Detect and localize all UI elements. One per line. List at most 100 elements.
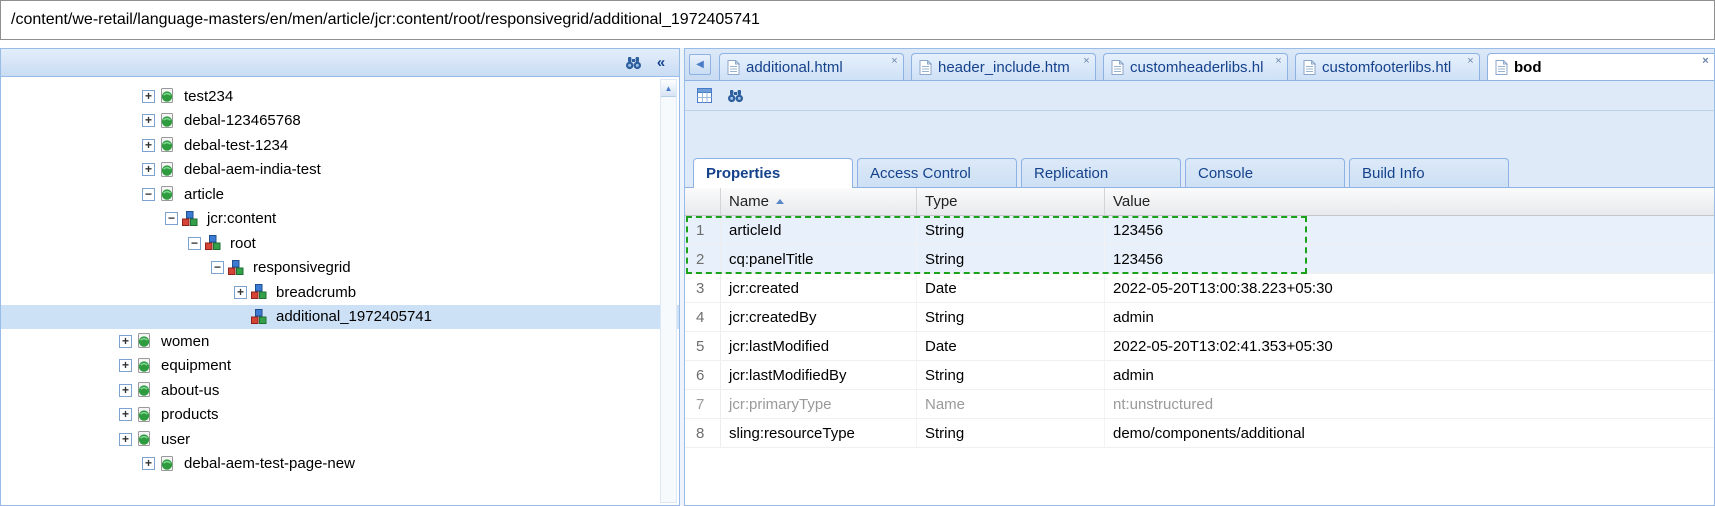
grid-header: Name Type Value — [685, 188, 1714, 216]
collapse-panel-icon[interactable]: « — [649, 52, 673, 73]
property-row-sling:resourceType[interactable]: 8 sling:resourceType String demo/components… — [685, 419, 1714, 448]
tree-node-label: women — [161, 332, 210, 350]
expand-icon[interactable]: + — [142, 114, 155, 128]
column-header-value[interactable]: Value — [1105, 188, 1714, 215]
tree-node-label: test234 — [184, 87, 234, 105]
editor-tab-label: additional.html — [746, 58, 843, 76]
property-value: 123456 — [1113, 250, 1164, 268]
tree-node-additional_1972405741[interactable]: additional_1972405741 — [1, 304, 679, 329]
tree-node-responsivegrid[interactable]: − responsivegrid — [1, 256, 679, 281]
close-tab-icon[interactable]: × — [1080, 55, 1093, 68]
property-type: String — [917, 361, 1105, 389]
node-grid-icon[interactable] — [693, 85, 715, 107]
property-row-jcr:lastModifiedBy[interactable]: 6 jcr:lastModifiedBy String admin — [685, 361, 1714, 390]
tab-properties[interactable]: Properties — [693, 158, 853, 188]
editor-tab-strip: ◀ additional.html × header_include.htm × cus… — [685, 49, 1714, 81]
tab-console[interactable]: Console — [1185, 158, 1345, 187]
scroll-up-icon[interactable]: ▲ — [661, 80, 676, 97]
property-row-jcr:createdBy[interactable]: 4 jcr:createdBy String admin — [685, 303, 1714, 332]
page-icon — [159, 161, 175, 178]
tree-node-jcr:content[interactable]: − jcr:content — [1, 207, 679, 232]
expand-icon[interactable]: + — [119, 383, 132, 397]
property-row-jcr:lastModified[interactable]: 5 jcr:lastModified Date 2022-05-20T13:02:41… — [685, 332, 1714, 361]
expand-icon[interactable]: + — [142, 457, 155, 471]
collapse-icon[interactable]: − — [142, 187, 155, 201]
tree-node-debal-aem-test-page-new[interactable]: + debal-aem-test-page-new — [1, 452, 679, 477]
expand-icon[interactable]: + — [142, 89, 155, 103]
column-header-rownum[interactable] — [685, 188, 721, 215]
tab-access-control[interactable]: Access Control — [857, 158, 1017, 187]
tree: ▲ + test234 + debal-123465768 + debal-test-12… — [1, 77, 679, 505]
document-icon — [1495, 59, 1508, 75]
close-tab-icon[interactable]: × — [1699, 55, 1712, 68]
property-value: 2022-05-20T13:02:41.353+05:30 — [1113, 337, 1333, 355]
tree-node-debal-aem-india-test[interactable]: + debal-aem-india-test — [1, 158, 679, 183]
expand-icon[interactable]: + — [234, 285, 247, 299]
tree-node-test234[interactable]: + test234 — [1, 84, 679, 109]
property-row-cq:panelTitle[interactable]: 2 cq:panelTitle String 123456 — [685, 245, 1714, 274]
expand-icon[interactable]: + — [119, 359, 132, 373]
property-row-jcr:primaryType[interactable]: 7 jcr:primaryType Name nt:unstructured — [685, 390, 1714, 419]
properties-grid: Name Type Value 1 articleId String 123456 2 c… — [685, 188, 1714, 505]
page-icon — [159, 186, 175, 202]
collapse-icon[interactable]: − — [211, 261, 224, 275]
path-bar[interactable]: /content/we-retail/language-masters/en/m… — [0, 0, 1715, 40]
property-name: cq:panelTitle — [721, 245, 917, 273]
editor-tab-bod[interactable]: bod × — [1487, 53, 1714, 80]
page-icon — [159, 88, 175, 104]
document-icon — [1111, 59, 1124, 75]
tree-node-debal-test-1234[interactable]: + debal-test-1234 — [1, 133, 679, 158]
expand-icon[interactable]: + — [119, 408, 132, 422]
document-icon — [727, 59, 740, 75]
property-type: Date — [917, 274, 1105, 302]
tree-node-products[interactable]: + products — [1, 403, 679, 428]
row-number: 7 — [685, 390, 721, 418]
property-type: String — [917, 419, 1105, 447]
property-row-jcr:created[interactable]: 3 jcr:created Date 2022-05-20T13:00:38.223+… — [685, 274, 1714, 303]
tree-node-equipment[interactable]: + equipment — [1, 354, 679, 379]
column-header-type[interactable]: Type — [917, 188, 1105, 215]
collapse-icon[interactable]: − — [188, 236, 201, 250]
editor-toolbar — [685, 81, 1714, 111]
document-icon — [919, 59, 932, 75]
editor-tab-additional.html[interactable]: additional.html × — [719, 53, 904, 80]
tree-node-label: article — [184, 185, 225, 203]
tree-scrollbar[interactable]: ▲ — [660, 79, 677, 503]
tree-node-user[interactable]: + user — [1, 427, 679, 452]
editor-tab-header_include.htm[interactable]: header_include.htm × — [911, 53, 1096, 80]
row-number: 4 — [685, 303, 721, 331]
close-tab-icon[interactable]: × — [888, 55, 901, 68]
property-value: admin — [1113, 308, 1154, 326]
tree-node-about-us[interactable]: + about-us — [1, 378, 679, 403]
tree-node-label: additional_1972405741 — [276, 308, 432, 326]
tree-node-debal-123465768[interactable]: + debal-123465768 — [1, 109, 679, 134]
search-icon[interactable] — [724, 85, 746, 107]
property-value: nt:unstructured — [1113, 395, 1214, 413]
tab-replication[interactable]: Replication — [1021, 158, 1181, 187]
tree-node-label: products — [161, 406, 219, 424]
expand-icon[interactable]: + — [142, 163, 155, 177]
grid-body: 1 articleId String 123456 2 cq:panelTitle Stri… — [685, 216, 1714, 505]
row-number: 3 — [685, 274, 721, 302]
find-icon[interactable] — [621, 52, 645, 73]
editor-tab-customfooterlibs.htl[interactable]: customfooterlibs.htl × — [1295, 53, 1480, 80]
tab-build-info[interactable]: Build Info — [1349, 158, 1509, 187]
expand-icon[interactable]: + — [119, 432, 132, 446]
property-name: jcr:created — [721, 274, 917, 302]
property-row-articleId[interactable]: 1 articleId String 123456 — [685, 216, 1714, 245]
collapse-icon[interactable]: − — [165, 212, 178, 226]
editor-tab-label: header_include.htm — [938, 58, 1070, 76]
close-tab-icon[interactable]: × — [1272, 55, 1285, 68]
close-tab-icon[interactable]: × — [1464, 55, 1477, 68]
expand-icon[interactable]: + — [142, 138, 155, 152]
tree-node-breadcrumb[interactable]: + breadcrumb — [1, 280, 679, 305]
scroll-tabs-left-icon[interactable]: ◀ — [689, 54, 711, 75]
jcr-node-icon — [182, 210, 198, 227]
tree-node-women[interactable]: + women — [1, 329, 679, 354]
column-header-name[interactable]: Name — [721, 188, 917, 215]
tree-node-article[interactable]: − article — [1, 182, 679, 207]
tree-node-root[interactable]: − root — [1, 231, 679, 256]
row-number: 6 — [685, 361, 721, 389]
editor-tab-customheaderlibs.hl[interactable]: customheaderlibs.hl × — [1103, 53, 1288, 80]
expand-icon[interactable]: + — [119, 334, 132, 348]
